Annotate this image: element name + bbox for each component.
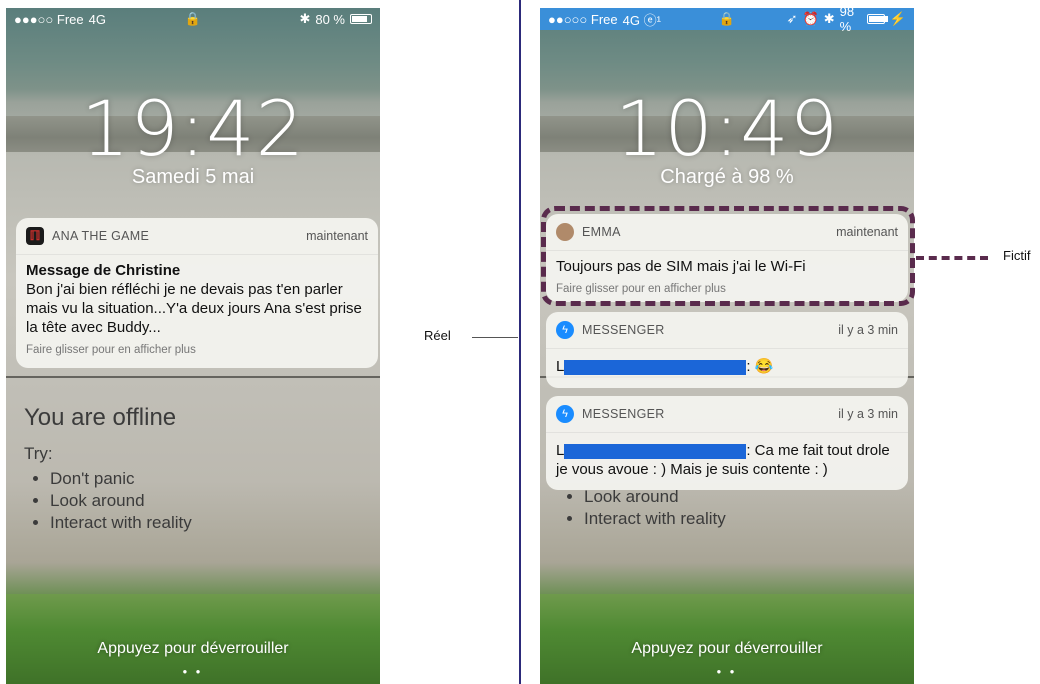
carrier-label: ●●○○○ Free bbox=[548, 11, 618, 27]
notification-header: ϟ MESSENGER il y a 3 min bbox=[546, 312, 908, 349]
notification-body: Message de Christine Bon j'ai bien réflé… bbox=[16, 255, 378, 368]
sender-initial: L bbox=[556, 442, 565, 459]
divider-line bbox=[519, 0, 521, 684]
network-label: 4G ⓔ¹ bbox=[622, 12, 661, 28]
right-phone-screenshot: ●●○○○ Free 4G ⓔ¹ 🔒 ➶ ⏰ ✱ 98 % ⚡ 10:49 Ch… bbox=[540, 8, 914, 684]
wallpaper-offline-text: Look around Interact with reality bbox=[558, 486, 726, 530]
offline-heading: You are offline bbox=[24, 404, 177, 431]
messenger-icon: ϟ bbox=[556, 405, 574, 423]
redaction-bar bbox=[564, 359, 747, 375]
unlock-prompt[interactable]: Appuyez pour déverrouiller bbox=[6, 640, 380, 658]
fictif-connector bbox=[916, 256, 988, 260]
notification-title: Message de Christine bbox=[26, 262, 181, 279]
alarm-icon: ⏰ bbox=[802, 11, 819, 26]
fictif-highlight-frame bbox=[541, 206, 915, 306]
fictif-label: Fictif bbox=[1003, 248, 1031, 263]
battery-icon bbox=[867, 14, 889, 24]
notification-header: ϟ MESSENGER il y a 3 min bbox=[546, 396, 908, 433]
battery-percent: 98 % bbox=[839, 8, 855, 34]
offline-item: Look around bbox=[584, 486, 726, 508]
bluetooth-icon: ✱ bbox=[823, 11, 835, 26]
wallpaper-fence bbox=[6, 376, 380, 390]
lock-screen-time: 10:49 bbox=[614, 84, 840, 173]
reel-connector bbox=[472, 337, 518, 338]
network-label: 4G bbox=[88, 11, 106, 27]
location-icon: ➶ bbox=[786, 11, 798, 26]
notification-time: il y a 3 min bbox=[838, 407, 898, 421]
lock-screen-date: Samedi 5 mai bbox=[131, 166, 255, 188]
notification-body: L : 😂 bbox=[546, 349, 908, 384]
page-dots: ● ● bbox=[716, 667, 738, 676]
notification-app-name: MESSENGER bbox=[582, 407, 665, 421]
notification-app-name: MESSENGER bbox=[582, 323, 665, 337]
sender-initial: L bbox=[556, 358, 565, 375]
offline-item: Interact with reality bbox=[584, 508, 726, 530]
notification-ana-the-game[interactable]: ℿ ANA THE GAME maintenant Message de Chr… bbox=[16, 218, 378, 368]
unlock-prompt[interactable]: Appuyez pour déverrouiller bbox=[540, 640, 914, 658]
bluetooth-icon: ✱ bbox=[299, 11, 311, 26]
offline-item: Interact with reality bbox=[50, 512, 192, 534]
left-phone-screenshot: ●●●○○ Free 4G 🔒 ✱ 80 % 19:42 Samedi 5 ma… bbox=[6, 8, 380, 684]
redaction-bar bbox=[564, 443, 747, 459]
page-dots: ● ● bbox=[182, 667, 204, 676]
carrier-label: ●●●○○ Free bbox=[14, 11, 84, 27]
notification-text: : 😂 bbox=[746, 358, 774, 375]
notification-text: Bon j'ai bien réfléchi je ne devais pas … bbox=[26, 281, 362, 336]
reel-label: Réel bbox=[424, 328, 451, 343]
notification-app-name: ANA THE GAME bbox=[52, 229, 150, 243]
offline-item: Look around bbox=[50, 490, 192, 512]
notification-messenger-1[interactable]: ϟ MESSENGER il y a 3 min L : 😂 bbox=[546, 312, 908, 388]
charging-icon: ⚡ bbox=[889, 11, 906, 26]
notification-messenger-2[interactable]: ϟ MESSENGER il y a 3 min L: Ca me fait t… bbox=[546, 396, 908, 490]
notification-header: ℿ ANA THE GAME maintenant bbox=[16, 218, 378, 255]
status-bar: ●●●○○ Free 4G 🔒 ✱ 80 % bbox=[6, 8, 380, 30]
messenger-icon: ϟ bbox=[556, 321, 574, 339]
notification-body: L: Ca me fait tout drole je vous avoue :… bbox=[546, 433, 908, 487]
offline-item: Don't panic bbox=[50, 468, 192, 490]
battery-percent: 80 % bbox=[315, 11, 345, 27]
status-bar: ●●○○○ Free 4G ⓔ¹ 🔒 ➶ ⏰ ✱ 98 % ⚡ bbox=[540, 8, 914, 34]
lock-screen-date: Chargé à 98 % bbox=[660, 166, 794, 188]
lock-icon: 🔒 bbox=[184, 11, 202, 26]
notification-time: il y a 3 min bbox=[838, 323, 898, 337]
wallpaper-offline-text: You are offline Try: Don't panic Look ar… bbox=[24, 404, 192, 534]
lock-icon: 🔒 bbox=[718, 11, 736, 26]
ana-the-game-app-icon: ℿ bbox=[26, 227, 44, 245]
lock-screen-time: 19:42 bbox=[80, 84, 306, 173]
notification-time: maintenant bbox=[306, 229, 368, 243]
notification-hint: Faire glisser pour en afficher plus bbox=[26, 344, 196, 356]
offline-try-label: Try: bbox=[24, 444, 53, 463]
battery-icon bbox=[349, 14, 372, 24]
